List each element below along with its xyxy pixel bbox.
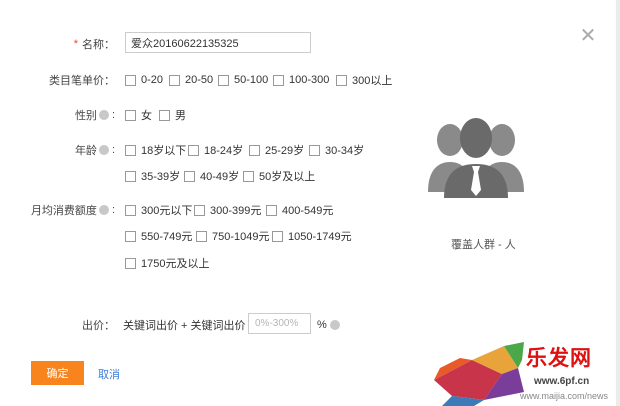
unit-price-option[interactable]: 20-50 <box>169 73 213 87</box>
age-option[interactable]: 40-49岁 <box>184 169 239 183</box>
watermark-site-secondary: www.maijia.com/news <box>520 391 609 401</box>
checkbox[interactable] <box>169 74 180 86</box>
checkbox[interactable] <box>336 74 347 86</box>
checkbox[interactable] <box>125 170 136 182</box>
checkbox[interactable] <box>188 144 199 156</box>
gender-label: 性别 : <box>74 109 115 122</box>
help-icon[interactable] <box>98 205 109 215</box>
checkbox[interactable] <box>243 170 254 182</box>
checkbox[interactable] <box>249 144 260 156</box>
spend-option[interactable]: 550-749元 <box>125 229 192 243</box>
unit-price-option[interactable]: 300以上 <box>336 73 392 87</box>
unit-price-option[interactable]: 50-100 <box>218 73 268 87</box>
checkbox[interactable] <box>272 230 283 242</box>
spend-label: 月均消费额度 : <box>30 204 115 217</box>
checkbox[interactable] <box>273 74 284 86</box>
checkbox[interactable] <box>309 144 320 156</box>
spend-option[interactable]: 300-399元 <box>194 203 261 217</box>
spend-option[interactable]: 1050-1749元 <box>272 229 352 243</box>
bid-percent-input[interactable] <box>248 313 311 334</box>
checkbox[interactable] <box>125 230 136 242</box>
help-icon[interactable] <box>98 110 109 120</box>
audience-dialog: ✕ * 名称： 类目笔单价： 0-20 20-50 50-100 100-300… <box>0 0 616 406</box>
age-option[interactable]: 35-39岁 <box>125 169 180 183</box>
unit-price-label: 类目笔单价： <box>49 75 115 87</box>
watermark-site: www.6pf.cn <box>534 376 590 387</box>
gender-option-male[interactable]: 男 <box>159 108 186 122</box>
bid-label: 出价： <box>82 320 115 332</box>
unit-price-option[interactable]: 100-300 <box>273 73 329 87</box>
help-icon[interactable] <box>329 320 340 330</box>
spend-option[interactable]: 1750元及以上 <box>125 256 209 270</box>
age-option[interactable]: 25-29岁 <box>249 143 304 157</box>
watermark-title: 乐发网 <box>526 347 592 370</box>
age-option[interactable]: 18-24岁 <box>188 143 243 157</box>
close-icon[interactable]: ✕ <box>578 26 598 46</box>
age-option[interactable]: 30-34岁 <box>309 143 364 157</box>
checkbox[interactable] <box>194 204 205 216</box>
unit-price-option[interactable]: 0-20 <box>125 73 163 87</box>
checkbox[interactable] <box>125 74 136 86</box>
required-mark: * <box>73 38 78 50</box>
checkbox[interactable] <box>125 144 136 156</box>
age-label: 年龄 : <box>74 144 115 157</box>
spend-option[interactable]: 400-549元 <box>266 203 333 217</box>
age-option[interactable]: 18岁以下 <box>125 143 186 157</box>
spend-option[interactable]: 300元以下 <box>125 203 192 217</box>
help-icon[interactable] <box>98 145 109 155</box>
checkbox[interactable] <box>125 204 136 216</box>
coverage-text: 覆盖人群 - 人 <box>451 239 516 251</box>
gender-option-female[interactable]: 女 <box>125 108 152 122</box>
checkbox[interactable] <box>266 204 277 216</box>
cancel-link[interactable]: 取消 <box>98 366 120 382</box>
age-option[interactable]: 50岁及以上 <box>243 169 315 183</box>
checkbox[interactable] <box>218 74 229 86</box>
name-label: * 名称： <box>73 38 115 51</box>
name-input[interactable] <box>125 32 311 53</box>
spend-option[interactable]: 750-1049元 <box>196 229 270 243</box>
checkbox[interactable] <box>196 230 207 242</box>
bid-formula: 关键词出价 + 关键词出价 x <box>123 320 255 332</box>
checkbox[interactable] <box>125 257 136 269</box>
user-group-icon <box>428 118 524 198</box>
checkbox[interactable] <box>184 170 195 182</box>
bid-unit: % <box>317 318 342 332</box>
confirm-button[interactable]: 确定 <box>31 361 84 385</box>
checkbox[interactable] <box>159 109 170 121</box>
checkbox[interactable] <box>125 109 136 121</box>
